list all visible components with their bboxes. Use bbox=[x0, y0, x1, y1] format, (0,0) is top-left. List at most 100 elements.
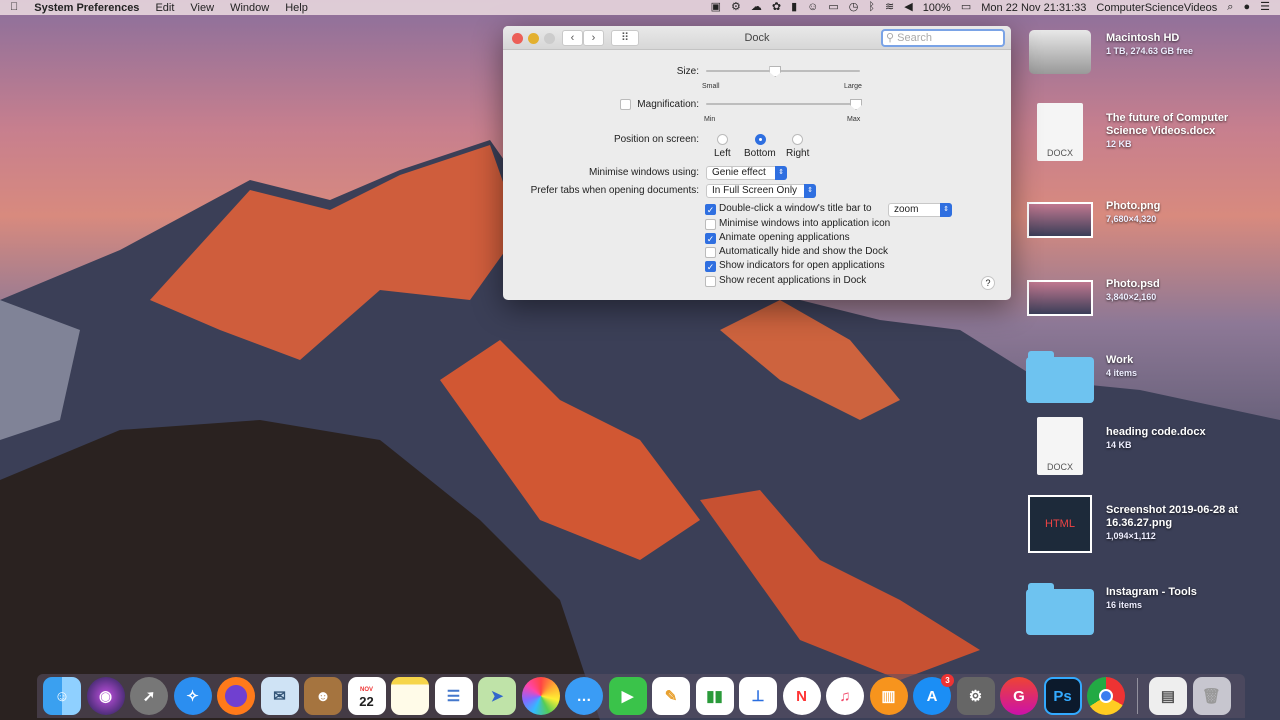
music-note-icon: ♫ bbox=[839, 687, 851, 705]
checkbox-label: Show indicators for open applications bbox=[719, 260, 885, 271]
position-left-radio[interactable] bbox=[717, 134, 728, 145]
time-machine-icon[interactable]: ◷ bbox=[849, 2, 859, 13]
title-bar[interactable]: ‹ › ⠿ Dock ⚲ Search bbox=[503, 26, 1011, 50]
battery-percent[interactable]: 100% bbox=[923, 2, 951, 14]
dock-numbers[interactable]: ▮▮ bbox=[695, 677, 734, 715]
user-name[interactable]: ComputerScienceVideos bbox=[1096, 2, 1217, 14]
menu-view[interactable]: View bbox=[190, 2, 214, 14]
dock-notes[interactable] bbox=[391, 677, 429, 715]
dock-pages[interactable]: ✎ bbox=[652, 677, 690, 715]
file-name: Macintosh HD bbox=[1106, 32, 1180, 44]
dock-calendar[interactable]: NOV 22 bbox=[347, 677, 386, 715]
desktop-item[interactable]: Instagram - Tools 16 items bbox=[1026, 576, 1276, 646]
dock-app-store[interactable]: A3 bbox=[913, 674, 954, 715]
dock-news[interactable]: N bbox=[782, 677, 821, 715]
clock[interactable]: Mon 22 Nov 21:31:33 bbox=[981, 2, 1086, 14]
checkbox-2[interactable]: ✓ bbox=[705, 233, 716, 244]
dock-facetime[interactable]: ▶ bbox=[608, 677, 647, 715]
dock-chrome[interactable] bbox=[1087, 677, 1125, 715]
dock-trash[interactable]: 🗑 bbox=[1192, 677, 1231, 715]
checkbox-5[interactable] bbox=[705, 276, 716, 287]
apple-menu-icon[interactable]:  bbox=[10, 2, 18, 13]
double-click-action-select[interactable]: zoom ⇕ bbox=[888, 203, 952, 217]
dock-messages[interactable]: … bbox=[565, 677, 603, 715]
notification-center-icon[interactable]: ☰ bbox=[1260, 2, 1270, 13]
magnification-slider-thumb[interactable] bbox=[850, 99, 862, 110]
checkbox-4[interactable]: ✓ bbox=[705, 261, 716, 272]
dock-safari[interactable]: ✧ bbox=[173, 677, 212, 715]
checkbox-1[interactable] bbox=[705, 219, 716, 230]
search-input[interactable]: ⚲ Search bbox=[881, 29, 1005, 47]
battery-icon[interactable]: ▭ bbox=[961, 2, 971, 13]
extension-icon[interactable]: ✿ bbox=[772, 2, 781, 13]
screen-record-icon[interactable]: ▣ bbox=[711, 2, 721, 13]
dock-mail[interactable]: ✉ bbox=[260, 677, 299, 715]
double-click-action-value: zoom bbox=[894, 204, 919, 215]
dock-contacts[interactable]: ☻ bbox=[304, 677, 342, 715]
prefer-tabs-select[interactable]: In Full Screen Only ⇕ bbox=[706, 184, 816, 198]
size-slider-thumb[interactable] bbox=[769, 66, 782, 77]
contacts-icon: ☻ bbox=[315, 687, 331, 705]
desktop-item[interactable]: Macintosh HD 1 TB, 274.63 GB free bbox=[1026, 22, 1276, 92]
menu-window[interactable]: Window bbox=[230, 2, 269, 14]
spotlight-icon[interactable]: ⌕ bbox=[1227, 2, 1233, 13]
checkbox-label: Animate opening applications bbox=[719, 232, 850, 243]
app-status-icon[interactable]: ⚙ bbox=[731, 2, 741, 13]
dock-books[interactable]: ▥ bbox=[869, 677, 908, 715]
cloud-icon[interactable]: ☁ bbox=[751, 2, 762, 13]
minimise-effect-value: Genie effect bbox=[712, 167, 766, 178]
magnification-max-label: Max bbox=[847, 116, 861, 123]
position-right-radio[interactable] bbox=[792, 134, 803, 145]
dock-grammarly[interactable]: G bbox=[1000, 677, 1038, 715]
dock-keynote[interactable]: ⊥ bbox=[739, 677, 777, 715]
file-info: 1,094×1,112 bbox=[1106, 531, 1156, 541]
desktop-item[interactable]: Work 4 items bbox=[1026, 344, 1276, 414]
dock-siri[interactable]: ◉ bbox=[86, 677, 125, 715]
dock-preferences-window: ‹ › ⠿ Dock ⚲ Search Size: Small Large Ma… bbox=[503, 26, 1011, 300]
photoshop-icon: Ps bbox=[1053, 687, 1072, 705]
dock-maps[interactable]: ➤ bbox=[478, 677, 516, 715]
search-placeholder: Search bbox=[897, 32, 932, 44]
menu-help[interactable]: Help bbox=[285, 2, 308, 14]
dock-system-preferences[interactable]: ⚙ bbox=[956, 677, 995, 715]
dock-photos[interactable] bbox=[521, 677, 560, 715]
bluetooth-icon[interactable]: ᛒ bbox=[868, 2, 875, 13]
size-slider[interactable] bbox=[706, 70, 860, 72]
minimise-effect-select[interactable]: Genie effect ⇕ bbox=[706, 166, 787, 180]
book-icon[interactable]: ▮ bbox=[791, 2, 797, 13]
wifi-icon[interactable]: ≋ bbox=[885, 2, 894, 13]
html5-thumbnail-icon: HTML bbox=[1028, 495, 1092, 553]
volume-icon[interactable]: ◀ bbox=[904, 2, 912, 13]
image-thumbnail-icon bbox=[1027, 280, 1093, 316]
checkbox-3[interactable] bbox=[705, 247, 716, 258]
menu-edit[interactable]: Edit bbox=[155, 2, 174, 14]
menu-app-name[interactable]: System Preferences bbox=[34, 2, 139, 14]
file-info: 12 KB bbox=[1106, 139, 1132, 149]
desktop-item[interactable]: HTML Screenshot 2019-06-28 at 16.36.27.pn… bbox=[1026, 494, 1276, 564]
dock-photoshop[interactable]: Ps bbox=[1043, 677, 1082, 715]
dock: ☺ ◉ ➚ ✧ ✉ ☻ NOV 22 ☰ ➤ … ▶ ✎ ▮▮ ⊥ N ♫ ▥ A… bbox=[37, 674, 1245, 718]
dock-music[interactable]: ♫ bbox=[826, 677, 864, 715]
dock-finder[interactable]: ☺ bbox=[43, 677, 81, 715]
file-name: Photo.psd bbox=[1106, 278, 1160, 290]
desktop-item[interactable]: DOCX heading code.docx 14 KB bbox=[1026, 416, 1276, 486]
desktop-item[interactable]: Photo.psd 3,840×2,160 bbox=[1026, 268, 1276, 338]
siri-icon: ◉ bbox=[98, 688, 113, 705]
dock-reminders[interactable]: ☰ bbox=[434, 677, 473, 715]
dock-launchpad[interactable]: ➚ bbox=[130, 677, 168, 715]
magnification-slider[interactable] bbox=[706, 103, 860, 105]
airplay-icon[interactable]: ▭ bbox=[828, 2, 838, 13]
accessibility-icon[interactable]: ☺ bbox=[807, 2, 818, 13]
dock-documents-stack[interactable]: ▤ bbox=[1149, 677, 1187, 715]
position-bottom-radio[interactable] bbox=[755, 134, 766, 145]
file-name: Instagram - Tools bbox=[1106, 586, 1197, 598]
siri-icon[interactable]: ● bbox=[1243, 2, 1250, 13]
dock-firefox[interactable] bbox=[217, 677, 255, 715]
magnification-checkbox[interactable] bbox=[620, 99, 631, 110]
size-min-label: Small bbox=[702, 83, 720, 90]
help-button[interactable]: ? bbox=[981, 276, 995, 290]
checkbox-0[interactable]: ✓ bbox=[705, 204, 716, 215]
position-bottom-label: Bottom bbox=[744, 148, 776, 159]
desktop-item[interactable]: DOCX The future of Computer Science Video… bbox=[1026, 102, 1276, 172]
desktop-item[interactable]: Photo.png 7,680×4,320 bbox=[1026, 190, 1276, 260]
